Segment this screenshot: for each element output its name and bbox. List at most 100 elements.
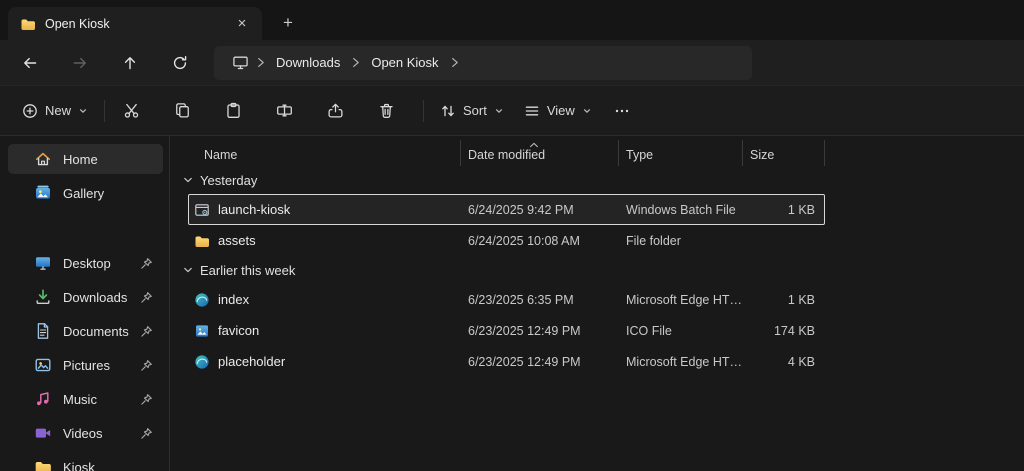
address-bar[interactable]: Downloads Open Kiosk xyxy=(214,46,752,80)
file-name: assets xyxy=(218,233,256,248)
sidebar-item-home[interactable]: Home xyxy=(8,144,163,174)
file-date: 6/24/2025 9:42 PM xyxy=(461,203,619,217)
file-name: index xyxy=(218,292,249,307)
chevron-right-icon xyxy=(447,56,462,69)
sidebar-item-pictures[interactable]: Pictures xyxy=(8,350,163,380)
sidebar-item-documents[interactable]: Documents xyxy=(8,316,163,346)
downloads-icon xyxy=(34,288,52,306)
delete-button[interactable] xyxy=(366,93,406,129)
chevron-down-icon xyxy=(182,264,194,276)
sidebar-item-label: Music xyxy=(63,392,97,407)
new-button[interactable]: New xyxy=(12,93,98,129)
file-row-assets[interactable]: assets 6/24/2025 10:08 AM File folder xyxy=(188,225,825,256)
chevron-right-icon xyxy=(253,56,268,69)
column-header-size[interactable]: Size xyxy=(742,140,825,166)
folder-icon xyxy=(194,233,210,249)
pin-icon xyxy=(140,291,153,304)
file-type: Microsoft Edge HT… xyxy=(619,293,743,307)
tab-open-kiosk[interactable]: Open Kiosk × xyxy=(8,7,262,40)
file-explorer-window: Open Kiosk × + Downloads xyxy=(0,0,1024,471)
tab-bar: Open Kiosk × + xyxy=(0,0,1024,40)
breadcrumb-downloads[interactable]: Downloads xyxy=(268,55,348,70)
sidebar-item-gallery[interactable]: Gallery xyxy=(8,178,163,208)
chevron-down-icon xyxy=(494,106,504,116)
file-size: 4 KB xyxy=(743,355,826,369)
rename-button[interactable] xyxy=(264,93,304,129)
breadcrumb-open-kiosk[interactable]: Open Kiosk xyxy=(363,55,446,70)
pin-icon xyxy=(140,359,153,372)
file-date: 6/23/2025 12:49 PM xyxy=(461,324,619,338)
sidebar-item-music[interactable]: Music xyxy=(8,384,163,414)
sidebar-item-label: Gallery xyxy=(63,186,104,201)
ico-file-icon xyxy=(194,323,210,339)
toolbar-divider xyxy=(423,100,424,122)
group-header-earlier-this-week[interactable]: Earlier this week xyxy=(182,256,1024,284)
sidebar-item-label: Home xyxy=(63,152,98,167)
gallery-icon xyxy=(34,184,52,202)
file-name: favicon xyxy=(218,323,259,338)
sidebar-item-desktop[interactable]: Desktop xyxy=(8,248,163,278)
file-type: Windows Batch File xyxy=(619,203,743,217)
chevron-down-icon xyxy=(182,174,194,186)
home-icon xyxy=(34,150,52,168)
refresh-button[interactable] xyxy=(160,46,200,80)
file-date: 6/23/2025 12:49 PM xyxy=(461,355,619,369)
file-row-index[interactable]: index 6/23/2025 6:35 PM Microsoft Edge H… xyxy=(188,284,825,315)
column-header-type[interactable]: Type xyxy=(618,140,742,166)
file-date: 6/24/2025 10:08 AM xyxy=(461,234,619,248)
file-size: 174 KB xyxy=(743,324,826,338)
file-name: placeholder xyxy=(218,354,285,369)
pictures-icon xyxy=(34,356,52,374)
file-type: ICO File xyxy=(619,324,743,338)
explorer-content: Home Gallery Desktop xyxy=(0,136,1024,471)
new-tab-button[interactable]: + xyxy=(272,8,304,38)
up-button[interactable] xyxy=(110,46,150,80)
forward-button[interactable] xyxy=(60,46,100,80)
sidebar-item-label: Documents xyxy=(63,324,129,339)
batch-file-icon xyxy=(194,202,210,218)
sidebar-item-videos[interactable]: Videos xyxy=(8,418,163,448)
file-row-launch-kiosk[interactable]: launch-kiosk 6/24/2025 9:42 PM Windows B… xyxy=(188,194,825,225)
more-options-button[interactable] xyxy=(602,93,642,129)
toolbar-divider xyxy=(104,100,105,122)
file-name: launch-kiosk xyxy=(218,202,290,217)
copy-button[interactable] xyxy=(162,93,202,129)
sidebar-item-label: Videos xyxy=(63,426,103,441)
music-icon xyxy=(34,390,52,408)
column-header-row: Name Date modified Type Size xyxy=(188,140,825,166)
column-header-name[interactable]: Name xyxy=(188,140,460,166)
file-row-placeholder[interactable]: placeholder 6/23/2025 12:49 PM Microsoft… xyxy=(188,346,825,377)
file-type: File folder xyxy=(619,234,743,248)
cut-button[interactable] xyxy=(111,93,151,129)
folder-icon xyxy=(34,458,52,471)
edge-html-icon xyxy=(194,292,210,308)
videos-icon xyxy=(34,424,52,442)
new-button-label: New xyxy=(45,103,71,118)
share-button[interactable] xyxy=(315,93,355,129)
file-date: 6/23/2025 6:35 PM xyxy=(461,293,619,307)
chevron-down-icon xyxy=(78,106,88,116)
view-list-icon xyxy=(524,103,540,119)
sidebar-item-downloads[interactable]: Downloads xyxy=(8,282,163,312)
back-button[interactable] xyxy=(10,46,50,80)
file-row-favicon[interactable]: favicon 6/23/2025 12:49 PM ICO File 174 … xyxy=(188,315,825,346)
group-label: Yesterday xyxy=(200,173,257,188)
sort-indicator-icon xyxy=(529,142,539,148)
column-header-date-modified[interactable]: Date modified xyxy=(460,140,618,166)
sidebar-section-gap xyxy=(8,212,163,248)
edge-html-icon xyxy=(194,354,210,370)
paste-button[interactable] xyxy=(213,93,253,129)
sort-button[interactable]: Sort xyxy=(430,93,514,129)
chevron-right-icon xyxy=(348,56,363,69)
sort-arrows-icon xyxy=(440,103,456,119)
pin-icon xyxy=(140,427,153,440)
this-pc-icon xyxy=(232,54,249,71)
group-header-yesterday[interactable]: Yesterday xyxy=(182,166,1024,194)
view-button-label: View xyxy=(547,103,575,118)
sidebar-item-label: Pictures xyxy=(63,358,110,373)
sidebar-item-kiosk[interactable]: Kiosk xyxy=(8,452,163,471)
view-button[interactable]: View xyxy=(514,93,602,129)
sort-button-label: Sort xyxy=(463,103,487,118)
tab-close-icon[interactable]: × xyxy=(230,12,254,36)
plus-circle-icon xyxy=(22,103,38,119)
